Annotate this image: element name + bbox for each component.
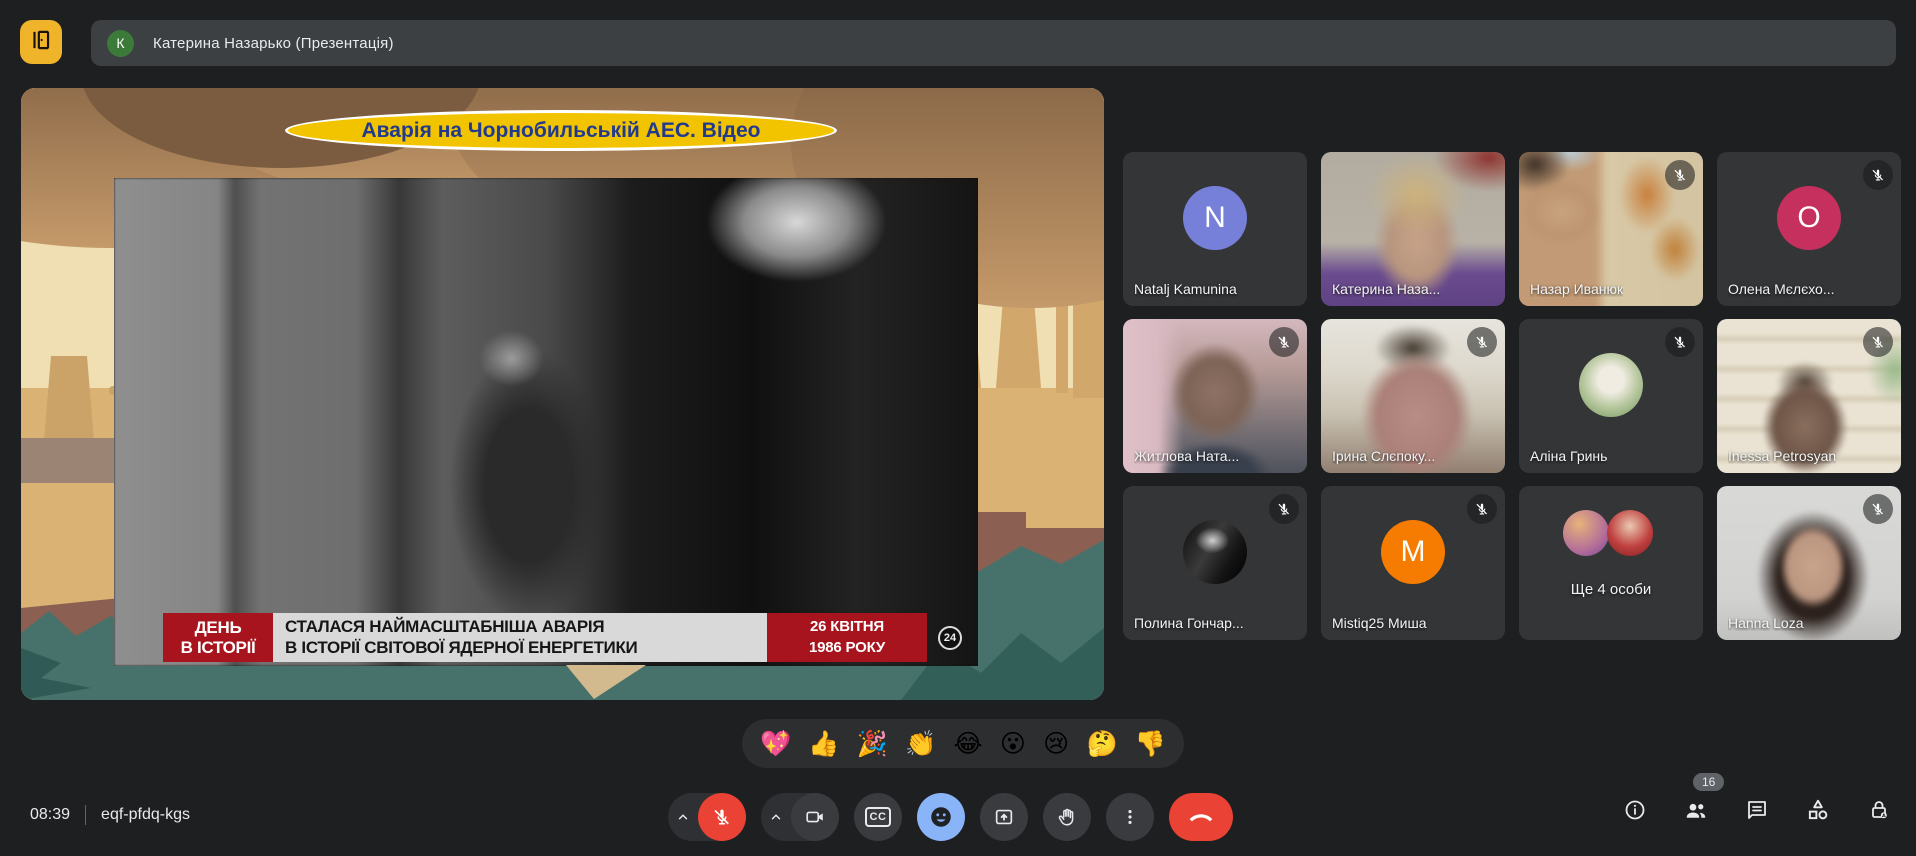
reaction-heart[interactable]: 💖 — [760, 731, 791, 756]
news-banner: ДЕНЬ В ІСТОРІЇ СТАЛАСЯ НАЙМАСШТАБНІША АВ… — [163, 613, 927, 662]
lock-icon — [1867, 798, 1891, 822]
participant-tile[interactable]: N Natalj Kamunina — [1123, 152, 1307, 306]
meeting-info: 08:39 eqf-pfdq-kgs — [30, 805, 190, 825]
participant-tile[interactable]: Аліна Гринь — [1519, 319, 1703, 473]
mic-off-icon — [1467, 327, 1497, 357]
phone-down-icon — [1188, 804, 1214, 830]
reaction-thinking[interactable]: 🤔 — [1086, 731, 1117, 756]
speech-bubble-tail — [566, 665, 646, 699]
call-controls: CC — [668, 793, 1233, 841]
meeting-code: eqf-pfdq-kgs — [101, 806, 190, 824]
avatar — [1183, 520, 1247, 584]
reaction-thumbs-down[interactable]: 👎 — [1135, 731, 1166, 756]
participant-tile[interactable]: Inessa Petrosyan — [1717, 319, 1901, 473]
overflow-count-label: Ще 4 особи — [1519, 581, 1703, 598]
raise-hand-button[interactable] — [1043, 793, 1091, 841]
chat-button[interactable] — [1744, 797, 1770, 823]
participant-name: Полина Гончар... — [1134, 615, 1244, 631]
participants-count-badge: 16 — [1693, 773, 1724, 791]
extension-button[interactable] — [20, 20, 62, 64]
channel-24-logo: 24 — [938, 626, 962, 650]
mic-control[interactable] — [668, 793, 746, 841]
mic-off-icon — [1665, 160, 1695, 190]
overflow-participants-tile[interactable]: Ще 4 особи — [1519, 486, 1703, 640]
reaction-cry[interactable]: 😢 — [1043, 731, 1069, 756]
avatar — [1563, 510, 1609, 556]
door-icon — [28, 27, 54, 58]
participant-tile[interactable]: Назар Иванюк — [1519, 152, 1703, 306]
participant-name: Катерина Наза... — [1332, 281, 1440, 297]
avatar — [1579, 353, 1643, 417]
participant-name: Ірина Слєпоку... — [1332, 448, 1435, 464]
slide-title-banner: Аварія на Чорнобильській АЕС. Відео — [285, 110, 837, 151]
camera-control[interactable] — [761, 793, 839, 841]
presentation-title: Катерина Назарько (Презентація) — [153, 35, 394, 52]
mic-off-icon — [1863, 494, 1893, 524]
mic-off-icon — [1665, 327, 1695, 357]
camera-button[interactable] — [791, 793, 839, 841]
news-banner-date: 26 КВІТНЯ 1986 РОКУ — [767, 613, 927, 662]
participant-name: Inessa Petrosyan — [1728, 448, 1836, 464]
participant-name: Hanna Loza — [1728, 615, 1804, 631]
reaction-party[interactable]: 🎉 — [857, 731, 888, 756]
divider — [85, 805, 86, 825]
participant-tile[interactable]: Hanna Loza — [1717, 486, 1901, 640]
presenter-avatar: К — [107, 30, 134, 57]
video-footage — [114, 178, 978, 666]
info-icon — [1623, 798, 1647, 822]
participant-name: Аліна Гринь — [1530, 448, 1607, 464]
participant-grid: N Natalj Kamunina Катерина Наза... Назар… — [1123, 152, 1901, 640]
meeting-details-button[interactable] — [1622, 797, 1648, 823]
reaction-laugh[interactable]: 😂 — [953, 731, 982, 756]
embedded-video-player[interactable]: ДЕНЬ В ІСТОРІЇ СТАЛАСЯ НАЙМАСШТАБНІША АВ… — [114, 178, 978, 666]
reactions-bar: 💖 👍 🎉 👏 😂 😮 😢 🤔 👎 — [742, 719, 1184, 768]
participant-tile[interactable]: M Mistiq25 Миша — [1321, 486, 1505, 640]
reactions-button[interactable] — [917, 793, 965, 841]
avatar: M — [1381, 520, 1445, 584]
activities-icon — [1805, 797, 1831, 823]
avatar: О — [1777, 186, 1841, 250]
people-icon — [1683, 797, 1709, 823]
host-controls-button[interactable] — [1866, 797, 1892, 823]
avatar: N — [1183, 186, 1247, 250]
mic-off-icon — [1269, 327, 1299, 357]
shared-presentation-tile[interactable]: Аварія на Чорнобильській АЕС. Відео ДЕНЬ… — [21, 88, 1104, 700]
participant-tile[interactable]: О Олена Мєлєхо... — [1717, 152, 1901, 306]
people-button[interactable]: 16 — [1683, 797, 1709, 823]
captions-button[interactable]: CC — [854, 793, 902, 841]
mic-off-icon — [1863, 327, 1893, 357]
participant-tile[interactable]: Полина Гончар... — [1123, 486, 1307, 640]
participant-tile[interactable]: Ірина Слєпоку... — [1321, 319, 1505, 473]
mic-off-button[interactable] — [698, 793, 746, 841]
mic-off-icon — [1269, 494, 1299, 524]
avatar — [1607, 510, 1653, 556]
news-banner-headline: СТАЛАСЯ НАЙМАСШТАБНІША АВАРІЯ В ІСТОРІЇ … — [273, 613, 767, 662]
reaction-thumbs-up[interactable]: 👍 — [808, 731, 839, 756]
chevron-up-icon[interactable] — [668, 793, 698, 841]
participant-name: Mistiq25 Миша — [1332, 615, 1427, 631]
participant-tile[interactable]: Житлова Ната... — [1123, 319, 1307, 473]
participant-tile[interactable]: Катерина Наза... — [1321, 152, 1505, 306]
participant-name: Natalj Kamunina — [1134, 281, 1237, 297]
clock-time: 08:39 — [30, 806, 70, 824]
mic-off-icon — [1467, 494, 1497, 524]
reaction-clap[interactable]: 👏 — [905, 731, 936, 756]
present-button[interactable] — [980, 793, 1028, 841]
mic-off-icon — [1863, 160, 1893, 190]
chevron-up-icon[interactable] — [761, 793, 791, 841]
chat-icon — [1745, 798, 1769, 822]
participant-name: Олена Мєлєхо... — [1728, 281, 1835, 297]
end-call-button[interactable] — [1169, 793, 1233, 841]
activities-button[interactable] — [1805, 797, 1831, 823]
presentation-title-bar: К Катерина Назарько (Презентація) — [91, 20, 1896, 66]
reaction-surprised[interactable]: 😮 — [1000, 731, 1026, 756]
news-banner-label: ДЕНЬ В ІСТОРІЇ — [163, 613, 273, 662]
participant-name: Житлова Ната... — [1134, 448, 1239, 464]
smiley-icon — [928, 804, 954, 830]
participant-name: Назар Иванюк — [1530, 281, 1623, 297]
panel-buttons: 16 — [1622, 797, 1892, 823]
captions-icon: CC — [865, 807, 891, 827]
more-options-button[interactable] — [1106, 793, 1154, 841]
